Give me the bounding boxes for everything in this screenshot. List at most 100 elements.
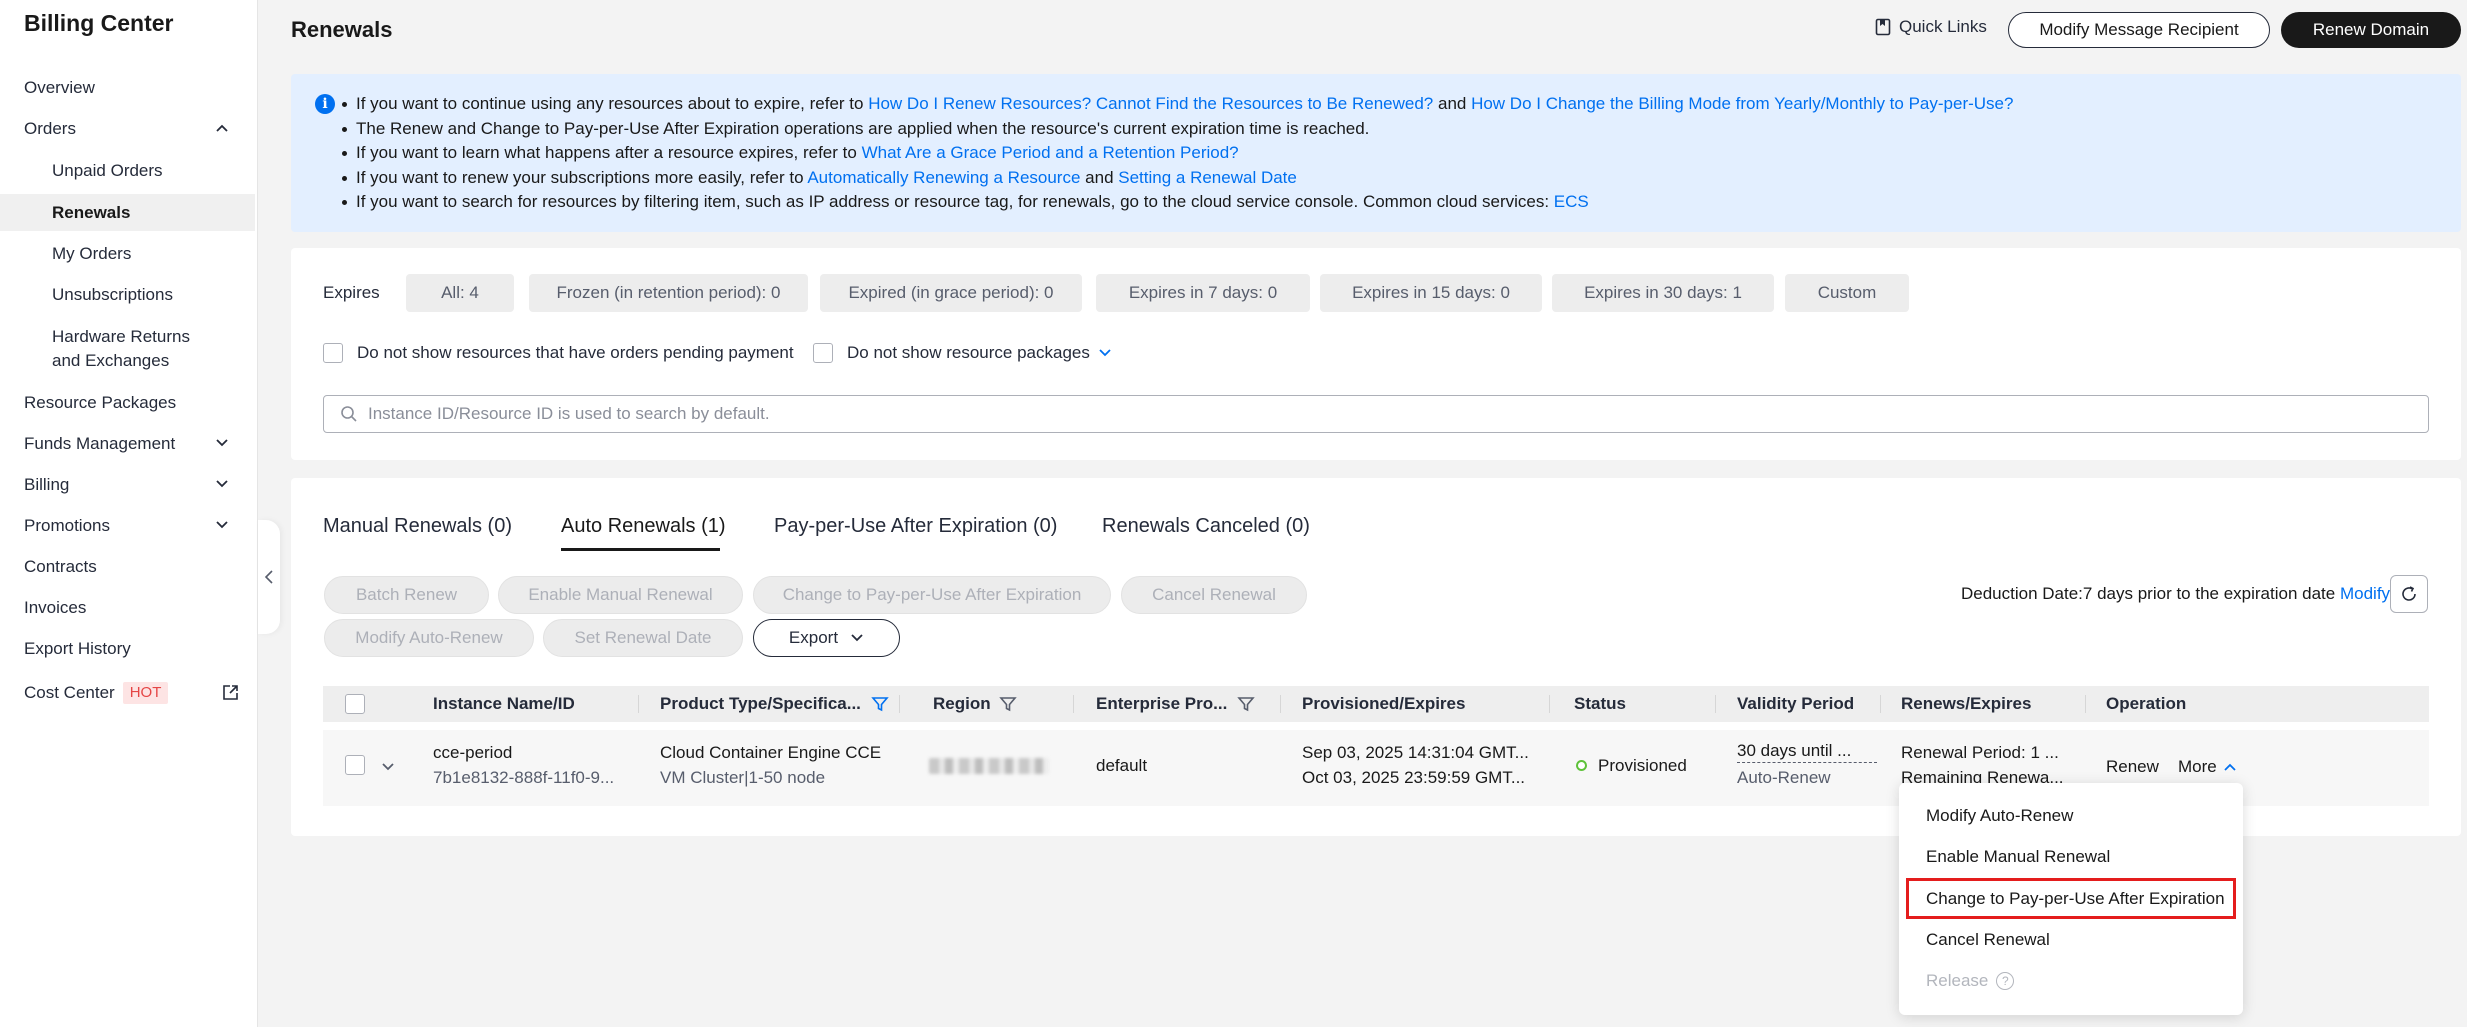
chip-expires-30[interactable]: Expires in 30 days: 1 — [1552, 274, 1774, 312]
checkbox[interactable] — [813, 343, 833, 363]
chevron-up-icon — [2224, 763, 2236, 771]
sidebar-item-unpaid-orders[interactable]: Unpaid Orders — [0, 152, 255, 189]
menu-item-modify-auto-renew[interactable]: Modify Auto-Renew — [1899, 795, 2243, 836]
link-auto-renewing[interactable]: Automatically Renewing a Resource — [807, 168, 1080, 187]
table-header: Instance Name/ID Product Type/Specifica.… — [323, 686, 2429, 722]
region-redacted — [929, 758, 1049, 774]
checkbox[interactable] — [323, 343, 343, 363]
deduction-text: Deduction Date:7 days prior to the expir… — [1961, 584, 2336, 603]
menu-item-change-to-ppu[interactable]: Change to Pay-per-Use After Expiration — [1906, 878, 2236, 919]
tab-manual-renewals[interactable]: Manual Renewals (0) — [323, 515, 512, 538]
chevron-down-icon[interactable] — [1098, 346, 1112, 360]
link-ecs[interactable]: ECS — [1554, 192, 1589, 211]
instance-name[interactable]: cce-period — [433, 740, 628, 765]
sidebar-item-funds-management[interactable]: Funds Management — [0, 425, 255, 462]
sidebar-collapse-toggle[interactable] — [258, 520, 280, 634]
column-divider — [1549, 695, 1550, 713]
row-checkbox[interactable] — [345, 755, 365, 775]
select-all-checkbox[interactable] — [345, 694, 365, 714]
sidebar-item-cost-center[interactable]: Cost Center HOT — [0, 674, 255, 711]
sidebar-item-hardware-returns[interactable]: Hardware Returns and Exchanges — [0, 322, 220, 376]
link-grace-period[interactable]: What Are a Grace Period and a Retention … — [862, 143, 1239, 162]
sidebar-item-export-history[interactable]: Export History — [0, 630, 255, 667]
sidebar-item-unsubscriptions[interactable]: Unsubscriptions — [0, 276, 255, 313]
renew-domain-button[interactable]: Renew Domain — [2281, 12, 2461, 48]
sidebar-item-label: Contracts — [24, 556, 97, 576]
sidebar-item-renewals[interactable]: Renewals — [0, 194, 255, 231]
chevron-up-icon — [216, 124, 228, 132]
sidebar-item-label: Orders — [24, 118, 76, 138]
filter-icon[interactable] — [998, 695, 1017, 713]
modify-deduction-link[interactable]: Modify — [2340, 584, 2390, 603]
filter-icon[interactable] — [871, 695, 889, 713]
col-renews-expires: Renews/Expires — [1901, 694, 2032, 713]
sidebar-item-label: Promotions — [24, 515, 110, 535]
quick-links-button[interactable]: Quick Links — [1875, 17, 1987, 37]
search-input[interactable] — [368, 404, 2268, 424]
col-enterprise: Enterprise Pro... — [1096, 686, 1256, 722]
export-button[interactable]: Export — [753, 619, 900, 657]
search-box[interactable] — [323, 395, 2429, 433]
sidebar-item-billing[interactable]: Billing — [0, 466, 255, 503]
sidebar-item-promotions[interactable]: Promotions — [0, 507, 255, 544]
filter-icon[interactable] — [1237, 695, 1256, 713]
refresh-button[interactable] — [2390, 575, 2428, 613]
column-divider — [1880, 695, 1881, 713]
sidebar-item-label: Cost Center — [24, 682, 115, 702]
col-product: Product Type/Specifica... — [660, 686, 889, 722]
link-renew-resources[interactable]: How Do I Renew Resources? Cannot Find th… — [868, 94, 1433, 113]
link-change-billing-mode[interactable]: How Do I Change the Billing Mode from Ye… — [1471, 94, 2013, 113]
hide-resource-packages-checkbox[interactable]: Do not show resource packages — [813, 343, 1112, 363]
chip-all[interactable]: All: 4 — [406, 274, 514, 312]
col-product-label: Product Type/Specifica... — [660, 694, 861, 713]
expand-row-icon[interactable] — [380, 759, 396, 775]
tab-pay-per-use[interactable]: Pay-per-Use After Expiration (0) — [774, 515, 1057, 538]
sidebar-item-contracts[interactable]: Contracts — [0, 548, 255, 585]
menu-item-enable-manual-renewal[interactable]: Enable Manual Renewal — [1899, 836, 2243, 877]
menu-item-cancel-renewal[interactable]: Cancel Renewal — [1899, 919, 2243, 960]
tab-auto-renewals[interactable]: Auto Renewals (1) — [561, 515, 726, 538]
sidebar-item-resource-packages[interactable]: Resource Packages — [0, 384, 255, 421]
tab-renewals-canceled[interactable]: Renewals Canceled (0) — [1102, 515, 1310, 538]
modify-auto-renew-button[interactable]: Modify Auto-Renew — [324, 619, 534, 657]
info-text: If you want to renew your subscriptions … — [356, 167, 808, 187]
menu-item-release[interactable]: Release ? — [1899, 960, 2243, 1001]
more-dropdown-menu: Modify Auto-Renew Enable Manual Renewal … — [1899, 783, 2243, 1015]
info-text: If you want to learn what happens after … — [356, 143, 862, 162]
change-to-ppu-button[interactable]: Change to Pay-per-Use After Expiration — [753, 576, 1111, 614]
info-item: If you want to continue using any resour… — [341, 92, 2013, 117]
more-dropdown-trigger[interactable]: More — [2178, 754, 2237, 779]
status-dot-icon — [1576, 760, 1587, 771]
col-region-label: Region — [933, 694, 991, 713]
batch-renew-button[interactable]: Batch Renew — [324, 576, 489, 614]
sidebar-item-my-orders[interactable]: My Orders — [0, 235, 255, 272]
chip-frozen[interactable]: Frozen (in retention period): 0 — [529, 274, 808, 312]
product-type: Cloud Container Engine CCE — [660, 743, 882, 762]
menu-item-release-label: Release — [1926, 970, 1989, 990]
sidebar-item-orders[interactable]: Orders — [0, 110, 255, 147]
sidebar-item-label: Funds Management — [24, 433, 176, 453]
hide-pending-orders-checkbox[interactable]: Do not show resources that have orders p… — [323, 343, 794, 363]
cancel-renewal-button[interactable]: Cancel Renewal — [1121, 576, 1307, 614]
chip-expired[interactable]: Expired (in grace period): 0 — [820, 274, 1082, 312]
col-status: Status — [1574, 694, 1626, 713]
renew-link[interactable]: Renew — [2106, 754, 2159, 779]
enable-manual-renewal-button[interactable]: Enable Manual Renewal — [498, 576, 743, 614]
col-operation: Operation — [2106, 694, 2187, 713]
info-icon: i — [315, 94, 335, 114]
external-link-icon — [223, 685, 238, 700]
chip-custom[interactable]: Custom — [1785, 274, 1909, 312]
search-icon — [341, 406, 357, 422]
validity-period[interactable]: 30 days until ... — [1737, 740, 1877, 763]
chip-expires-7[interactable]: Expires in 7 days: 0 — [1096, 274, 1310, 312]
column-divider — [1073, 695, 1074, 713]
link-setting-renewal-date[interactable]: Setting a Renewal Date — [1118, 168, 1297, 187]
col-provisioned-expires: Provisioned/Expires — [1302, 694, 1466, 713]
modify-message-recipient-button[interactable]: Modify Message Recipient — [2008, 12, 2270, 48]
chip-expires-15[interactable]: Expires in 15 days: 0 — [1320, 274, 1542, 312]
sidebar-item-overview[interactable]: Overview — [0, 69, 255, 106]
set-renewal-date-button[interactable]: Set Renewal Date — [543, 619, 743, 657]
col-enterprise-label: Enterprise Pro... — [1096, 694, 1228, 713]
bookmark-icon — [1875, 18, 1891, 36]
sidebar-item-invoices[interactable]: Invoices — [0, 589, 255, 626]
